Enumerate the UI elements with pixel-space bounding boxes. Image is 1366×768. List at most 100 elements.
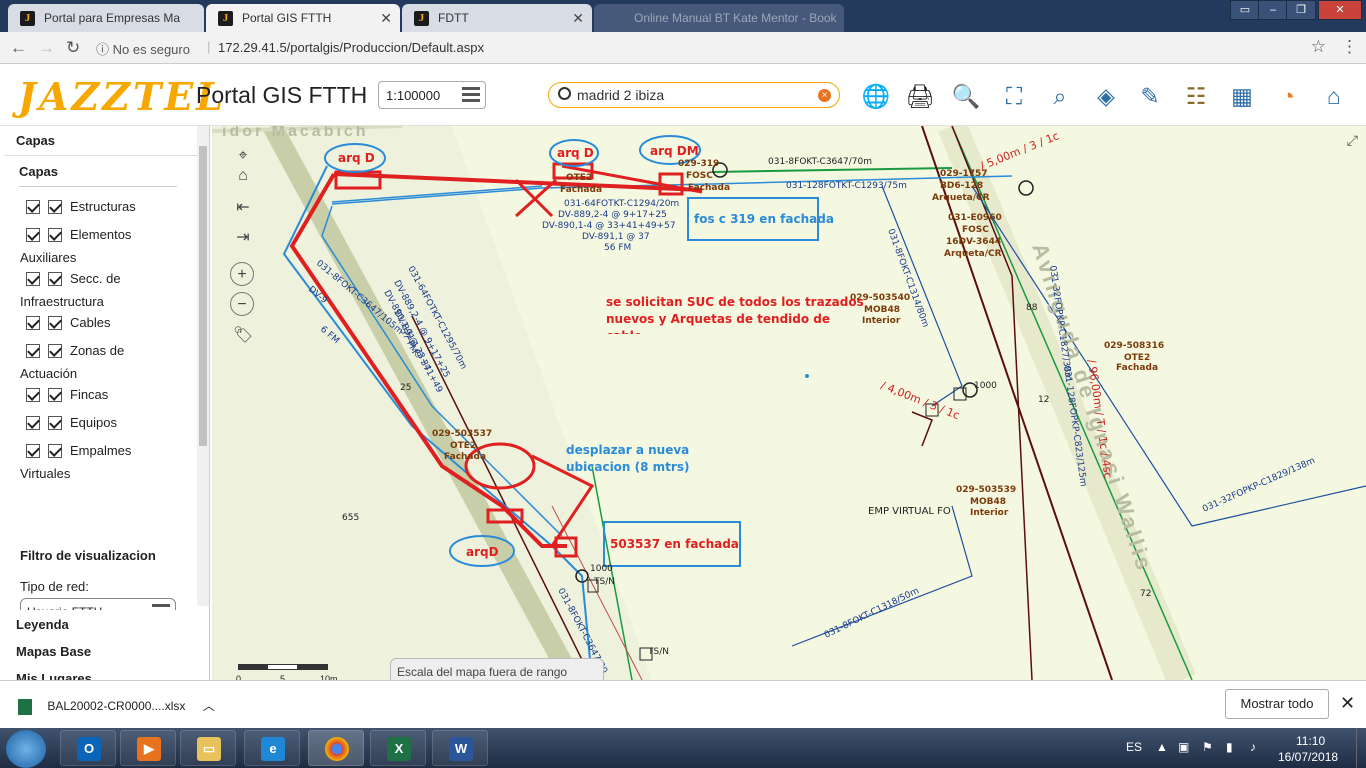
map-toolbar: ⌖ ⌂ ⇤ ⇥ + − 🏷	[230, 144, 258, 354]
ie-taskbar-icon[interactable]: e	[244, 730, 300, 766]
volume-icon[interactable]: ♪	[1250, 740, 1256, 754]
window-extra-button[interactable]: ▭	[1230, 0, 1260, 20]
forward-arrow-icon[interactable]: →	[38, 38, 55, 58]
legend-icon[interactable]: ☷	[1180, 80, 1212, 112]
edit-icon[interactable]: ✎	[1134, 80, 1166, 112]
expand-checkbox[interactable]	[26, 199, 40, 214]
expand-checkbox[interactable]	[26, 315, 40, 330]
chrome-taskbar-icon[interactable]	[308, 730, 364, 766]
expand-checkbox[interactable]	[26, 443, 40, 458]
layer-checkbox[interactable]	[48, 271, 62, 286]
base-maps-section[interactable]: Mapas Base	[4, 637, 209, 667]
clock-date[interactable]: 16/07/2018	[1278, 750, 1338, 764]
scroll-thumb[interactable]	[199, 146, 207, 446]
map-canvas[interactable]: idor Macabich Avinguda de Ignasi Wallis …	[212, 126, 1366, 680]
search-input[interactable]: madrid 2 ibiza ×	[548, 82, 840, 108]
security-status[interactable]: ⓘ No es seguro	[96, 39, 190, 58]
tab-fdtt[interactable]: J FDTT ✕	[402, 4, 592, 32]
layer-checkbox[interactable]	[48, 343, 62, 358]
show-all-button[interactable]: Mostrar todo	[1225, 689, 1329, 719]
reload-icon[interactable]: ↻	[66, 38, 80, 58]
restore-window-icon[interactable]: ❐	[1286, 0, 1316, 20]
layer-checkbox[interactable]	[48, 227, 62, 242]
legend-section[interactable]: Leyenda	[4, 610, 209, 640]
layer-checkbox[interactable]	[48, 199, 62, 214]
home-view-icon[interactable]: ⌂	[230, 164, 256, 188]
start-button[interactable]	[6, 730, 46, 768]
zoom-in-icon[interactable]: +	[230, 262, 254, 286]
tray-chevron-icon[interactable]: ▲	[1156, 740, 1168, 754]
excel-taskbar-icon[interactable]: X	[370, 730, 426, 766]
grid-icon[interactable]: ▦	[1226, 80, 1258, 112]
download-item[interactable]: BAL20002-CR0000....xlsx ︿	[18, 697, 215, 715]
layers-header[interactable]: Capas	[4, 126, 209, 156]
chevron-up-icon[interactable]: ︿	[203, 699, 215, 713]
scale-selector[interactable]: 1:100000	[378, 81, 486, 109]
battery-icon[interactable]: ▮	[1226, 740, 1233, 754]
word-taskbar-icon[interactable]: W	[432, 730, 488, 766]
printer-icon[interactable]: 🖨	[904, 80, 936, 112]
clock-time[interactable]: 11:10	[1296, 734, 1325, 748]
close-download-bar-icon[interactable]: ✕	[1340, 693, 1355, 714]
map-label: Fachada	[560, 185, 602, 195]
flag-icon[interactable]: ⚑	[1202, 740, 1213, 754]
clear-search-icon[interactable]: ×	[818, 89, 831, 102]
previous-extent-icon[interactable]: ⇤	[230, 196, 256, 220]
bookmark-star-icon[interactable]: ☆	[1311, 37, 1326, 57]
tab-portal-gis[interactable]: J Portal GIS FTTH ✕	[206, 4, 400, 32]
layer-estructuras[interactable]: Estructuras	[26, 198, 136, 216]
network-icon[interactable]: ▣	[1178, 740, 1189, 754]
route-search-icon[interactable]: ⌕	[1044, 80, 1076, 112]
globe-icon[interactable]: 🌐	[860, 80, 892, 112]
layer-checkbox[interactable]	[48, 387, 62, 402]
layer-cables[interactable]: Cables	[26, 314, 110, 332]
layer-secc-infraestructura[interactable]: Secc. de	[26, 270, 121, 288]
next-extent-icon[interactable]: ⇥	[230, 226, 256, 250]
zoom-out-icon[interactable]: −	[230, 292, 254, 316]
expand-checkbox[interactable]	[26, 271, 40, 286]
back-arrow-icon[interactable]: ←	[10, 38, 27, 58]
close-tab-icon[interactable]: ✕	[380, 4, 392, 32]
portal-header: JAZZTEL Portal GIS FTTH 1:100000 madrid …	[0, 64, 1366, 126]
layers-query-icon[interactable]: ◈	[1090, 80, 1122, 112]
browser-menu-icon[interactable]: ⋮	[1341, 37, 1358, 57]
layer-checkbox[interactable]	[48, 315, 62, 330]
expand-checkbox[interactable]	[26, 415, 40, 430]
layer-checkbox[interactable]	[48, 443, 62, 458]
expand-checkbox[interactable]	[26, 387, 40, 402]
magnifier-icon[interactable]: 🔍	[950, 80, 982, 112]
panel-scrollbar[interactable]	[197, 126, 209, 606]
expand-checkbox[interactable]	[26, 343, 40, 358]
close-tab-icon[interactable]: ✕	[572, 4, 584, 32]
media-player-taskbar-icon[interactable]: ▶	[120, 730, 176, 766]
show-desktop-button[interactable]	[1356, 728, 1366, 768]
measure-icon[interactable]: ⛶	[998, 80, 1030, 112]
home-icon[interactable]: ⌂	[1318, 80, 1350, 112]
omnibox[interactable]: ⓘ No es seguro | 172.29.41.5/portalgis/P…	[92, 36, 1332, 60]
map-svg[interactable]: idor Macabich Avinguda de Ignasi Wallis …	[212, 126, 1366, 680]
expand-map-icon[interactable]: ⤢	[1347, 132, 1358, 149]
layer-elementos[interactable]: Elementos	[26, 226, 131, 244]
outlook-taskbar-icon[interactable]: O	[60, 730, 116, 766]
tab-portal-empresas[interactable]: J Portal para Empresas Ma	[8, 4, 204, 32]
url-text[interactable]: 172.29.41.5/portalgis/Produccion/Default…	[218, 40, 484, 55]
map-label: 031-8FOKT-C1318/50m	[823, 586, 921, 641]
scale-menu-icon[interactable]	[462, 87, 480, 103]
explorer-taskbar-icon[interactable]: ▭	[180, 730, 236, 766]
layer-fincas[interactable]: Fincas	[26, 386, 108, 404]
layer-checkbox[interactable]	[48, 415, 62, 430]
my-places-section[interactable]: Mis Lugares	[4, 664, 209, 680]
layer-equipos[interactable]: Equipos	[26, 414, 117, 432]
layer-empalmes-virtuales[interactable]: Empalmes	[26, 442, 131, 460]
layer-zonas-actuacion[interactable]: Zonas de	[26, 342, 124, 360]
minimize-window-icon[interactable]: –	[1258, 0, 1288, 20]
expand-checkbox[interactable]	[26, 227, 40, 242]
wifi-icon[interactable]: ◔	[1272, 80, 1304, 112]
tag-icon[interactable]: 🏷	[230, 324, 256, 348]
layer-label: Equipos	[70, 415, 117, 431]
close-window-icon[interactable]: ✕	[1318, 0, 1362, 20]
layer-label: Estructuras	[70, 199, 136, 215]
map-label: 12	[1038, 395, 1049, 405]
tab-ghost[interactable]: Online Manual BT Kate Mentor - Book	[594, 4, 844, 32]
language-indicator[interactable]: ES	[1126, 740, 1142, 754]
